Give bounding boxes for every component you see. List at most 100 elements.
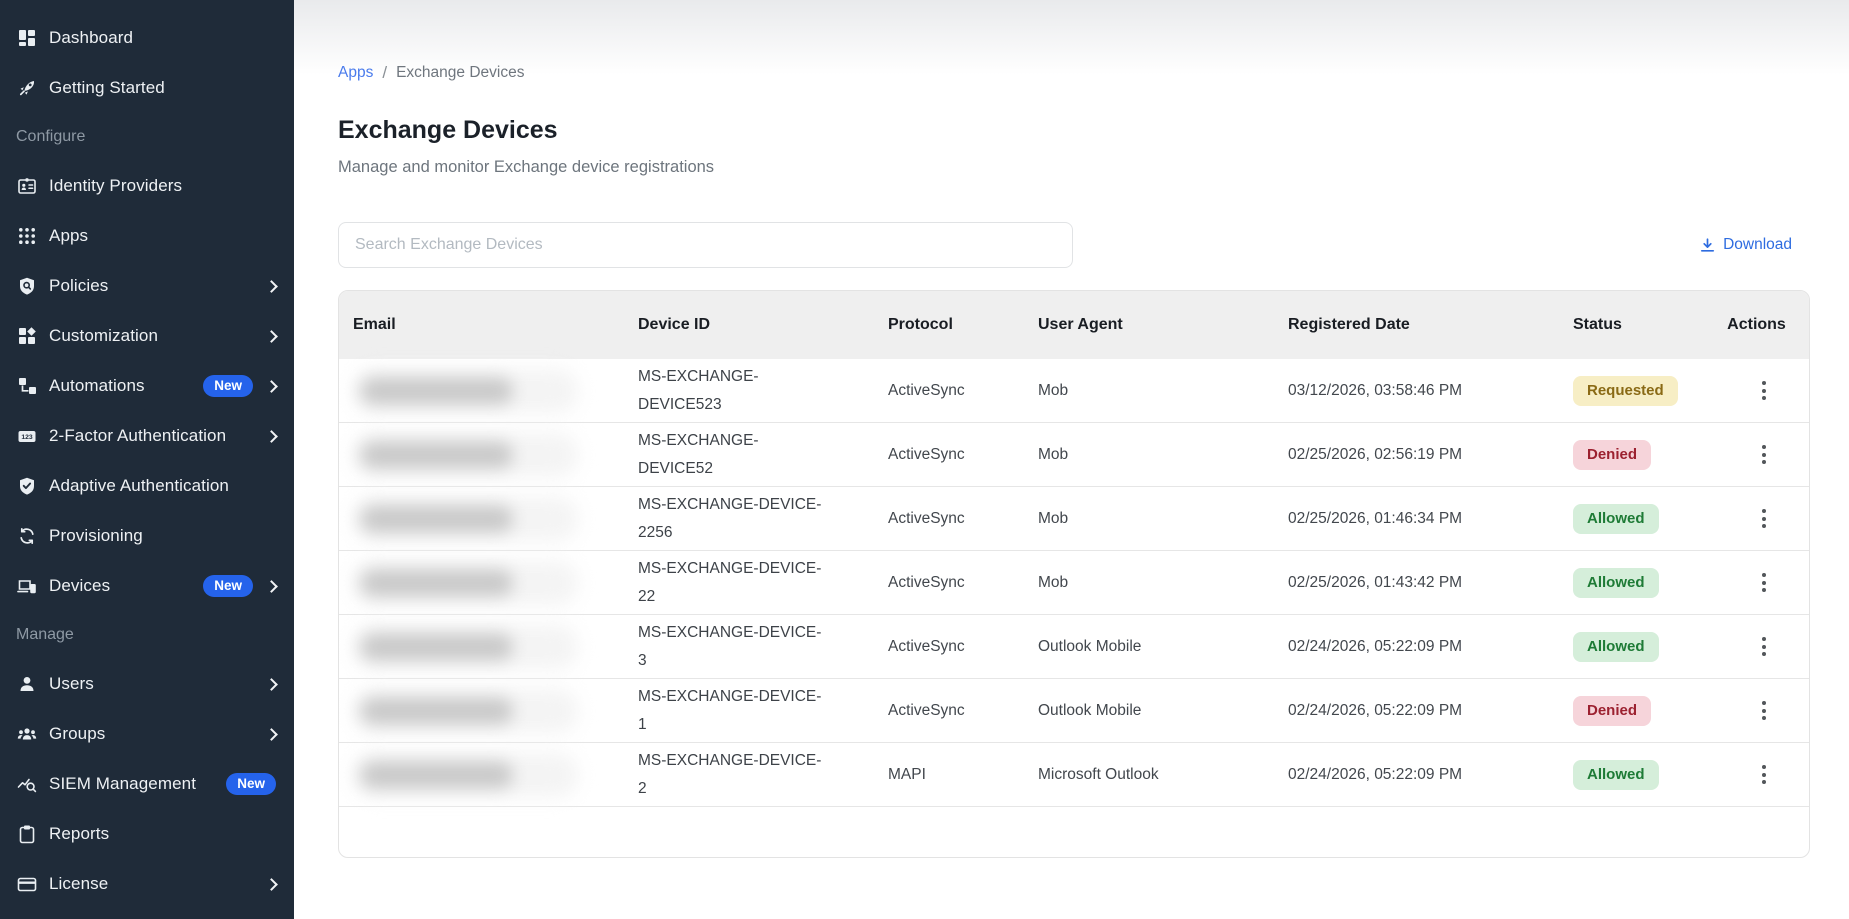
sidebar-item-devices[interactable]: Devices New (0, 561, 294, 611)
download-button[interactable]: Download (1699, 236, 1810, 254)
redacted-email-blur (353, 625, 578, 669)
user-agent-cell: Microsoft Outlook (1024, 761, 1274, 789)
kebab-menu-icon[interactable] (1752, 501, 1776, 536)
user-agent-cell: Mob (1024, 569, 1274, 597)
actions-cell (1704, 693, 1809, 728)
sidebar-item-label: Customization (49, 326, 158, 346)
email-cell (339, 689, 624, 733)
breadcrumb-current: Exchange Devices (396, 64, 524, 82)
chevron-right-icon (265, 878, 278, 891)
sidebar-item-label: Reports (49, 824, 109, 844)
user-agent-cell: Mob (1024, 505, 1274, 533)
table-row: MS-EXCHANGE-DEVICE-22 ActiveSync Mob 02/… (339, 551, 1809, 615)
column-header-registered-date: Registered Date (1274, 316, 1559, 334)
sidebar-item-reports[interactable]: Reports (0, 809, 294, 859)
status-cell: Denied (1559, 696, 1704, 726)
sidebar-item-label: Apps (49, 226, 88, 246)
protocol-cell: ActiveSync (874, 633, 1024, 661)
sidebar-item-label: Getting Started (49, 78, 165, 98)
kebab-menu-icon[interactable] (1752, 629, 1776, 664)
status-badge: Allowed (1573, 760, 1659, 790)
device-id-cell: MS-EXCHANGE-DEVICE-2256 (624, 491, 874, 547)
sidebar-item-identity-providers[interactable]: Identity Providers (0, 161, 294, 211)
sidebar-item-label: Automations (49, 376, 145, 396)
device-id-cell: MS-EXCHANGE-DEVICE52 (624, 427, 874, 483)
status-cell: Allowed (1559, 568, 1704, 598)
kebab-menu-icon[interactable] (1752, 565, 1776, 600)
actions-cell (1704, 565, 1809, 600)
sidebar-item-2fa[interactable]: 123 2-Factor Authentication (0, 411, 294, 461)
protocol-cell: MAPI (874, 761, 1024, 789)
email-cell (339, 753, 624, 797)
user-icon (16, 674, 38, 694)
protocol-cell: ActiveSync (874, 505, 1024, 533)
sidebar-item-adaptive-authentication[interactable]: Adaptive Authentication (0, 461, 294, 511)
main-content: Apps / Exchange Devices Exchange Devices… (294, 0, 1849, 919)
user-agent-cell: Mob (1024, 377, 1274, 405)
status-badge: Denied (1573, 440, 1651, 470)
dashboard-icon (16, 28, 38, 48)
status-cell: Allowed (1559, 504, 1704, 534)
sidebar-item-customization[interactable]: Customization (0, 311, 294, 361)
id-card-icon (16, 176, 38, 196)
sidebar-item-getting-started[interactable]: Getting Started (0, 63, 294, 113)
column-header-actions: Actions (1704, 316, 1809, 334)
kebab-menu-icon[interactable] (1752, 373, 1776, 408)
redacted-email-blur (353, 753, 578, 797)
sidebar-item-siem-management[interactable]: SIEM Management New (0, 759, 294, 809)
sidebar-item-users[interactable]: Users (0, 659, 294, 709)
sidebar-item-dashboard[interactable]: Dashboard (0, 13, 294, 63)
status-cell: Allowed (1559, 760, 1704, 790)
license-card-icon (16, 874, 38, 894)
kebab-menu-icon[interactable] (1752, 757, 1776, 792)
column-header-email: Email (339, 316, 624, 334)
actions-cell (1704, 757, 1809, 792)
sidebar-item-apps[interactable]: Apps (0, 211, 294, 261)
device-id-cell: MS-EXCHANGE-DEVICE523 (624, 363, 874, 419)
sidebar-item-label: Dashboard (49, 28, 133, 48)
redacted-email-blur (353, 369, 578, 413)
protocol-cell: ActiveSync (874, 697, 1024, 725)
column-header-device-id: Device ID (624, 316, 874, 334)
chevron-right-icon (265, 678, 278, 691)
sidebar-item-label: SIEM Management (49, 774, 196, 794)
device-id-cell: MS-EXCHANGE-DEVICE-3 (624, 619, 874, 675)
table-row: MS-EXCHANGE-DEVICE-2256 ActiveSync Mob 0… (339, 487, 1809, 551)
sidebar-item-provisioning[interactable]: Provisioning (0, 511, 294, 561)
actions-cell (1704, 501, 1809, 536)
registered-date-cell: 02/24/2026, 05:22:09 PM (1274, 761, 1559, 789)
status-badge: Allowed (1573, 632, 1659, 662)
svg-text:123: 123 (21, 434, 33, 441)
column-header-protocol: Protocol (874, 316, 1024, 334)
table-row: MS-EXCHANGE-DEVICE-2 MAPI Microsoft Outl… (339, 743, 1809, 807)
toolbar: Download (338, 222, 1810, 268)
sidebar-item-automations[interactable]: Automations New (0, 361, 294, 411)
kebab-menu-icon[interactable] (1752, 437, 1776, 472)
sidebar-section-manage: Manage (0, 611, 294, 659)
sidebar-item-label: License (49, 874, 108, 894)
new-badge: New (203, 575, 253, 597)
actions-cell (1704, 373, 1809, 408)
user-agent-cell: Outlook Mobile (1024, 633, 1274, 661)
search-input[interactable] (338, 222, 1073, 268)
new-badge: New (203, 375, 253, 397)
sidebar-item-groups[interactable]: Groups (0, 709, 294, 759)
breadcrumb-link-apps[interactable]: Apps (338, 64, 373, 82)
sidebar-item-label: Groups (49, 724, 105, 744)
kebab-menu-icon[interactable] (1752, 693, 1776, 728)
email-cell (339, 561, 624, 605)
sidebar-item-license[interactable]: License (0, 859, 294, 909)
sidebar-item-label: Adaptive Authentication (49, 476, 229, 496)
download-label: Download (1723, 236, 1792, 254)
actions-cell (1704, 629, 1809, 664)
protocol-cell: ActiveSync (874, 441, 1024, 469)
table-header-row: Email Device ID Protocol User Agent Regi… (339, 291, 1809, 359)
sidebar-item-policies[interactable]: Policies (0, 261, 294, 311)
customization-icon (16, 326, 38, 346)
devices-icon (16, 576, 38, 596)
sidebar-item-label: Identity Providers (49, 176, 182, 196)
user-agent-cell: Outlook Mobile (1024, 697, 1274, 725)
sidebar-item-label: Devices (49, 576, 110, 596)
sync-icon (16, 526, 38, 546)
redacted-email-blur (353, 689, 578, 733)
